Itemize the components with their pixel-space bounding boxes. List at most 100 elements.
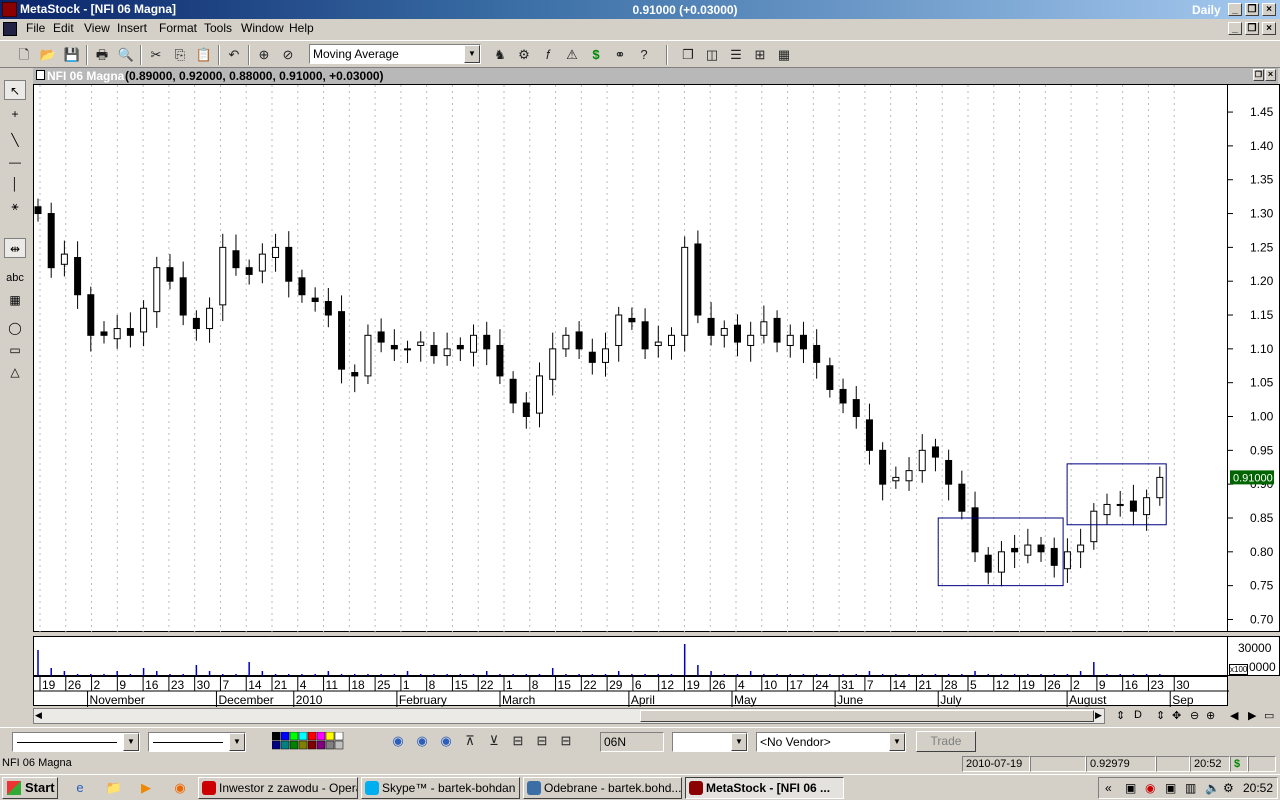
zoom-in-icon[interactable]: ⊕ — [1206, 709, 1215, 722]
menu-file[interactable]: File — [22, 21, 49, 35]
rectangle-icon[interactable]: ▭ — [4, 340, 26, 360]
task-mail[interactable]: Odebrane - bartek.bohd... — [523, 777, 682, 799]
tray-app-icon[interactable]: ⚙ — [1223, 781, 1234, 795]
line-weight-select[interactable]: ▼ — [148, 732, 246, 752]
firefox-icon[interactable]: ◉ — [170, 778, 190, 798]
pointer-icon[interactable]: ↖ — [4, 80, 26, 100]
scroll-right-icon[interactable]: ▶ — [1095, 710, 1102, 721]
move-icon[interactable]: ✥ — [1172, 709, 1181, 722]
periodicity-select[interactable]: ▼ — [672, 732, 748, 752]
crosshair-icon[interactable]: ⊕ — [254, 45, 274, 65]
volume-icon[interactable]: 🔈 — [1205, 781, 1220, 795]
tile-grid-icon[interactable]: ⊞ — [750, 45, 770, 65]
cut-icon[interactable]: ✂ — [146, 45, 166, 65]
chevron-down-icon[interactable]: ▼ — [229, 733, 245, 751]
explorer-icon[interactable]: ⚙ — [514, 45, 534, 65]
tile-vertical-icon[interactable]: ◫ — [702, 45, 722, 65]
layout-icon[interactable]: ▦ — [774, 45, 794, 65]
line-style-select[interactable]: ▼ — [12, 732, 140, 752]
zoom-out-icon[interactable]: ⊖ — [1190, 709, 1199, 722]
menu-help[interactable]: Help — [285, 21, 318, 35]
binoculars-icon[interactable]: ⚭ — [610, 45, 630, 65]
dollar-status-icon[interactable]: $ — [1230, 756, 1248, 772]
align-icon[interactable]: ⊼ — [460, 731, 480, 751]
scroll-thumb[interactable] — [640, 710, 1094, 722]
new-icon[interactable]: 🗋 — [14, 45, 34, 65]
indicator-select[interactable]: Moving Average ▼ — [309, 44, 481, 64]
cascade-icon[interactable]: ❐ — [678, 45, 698, 65]
expert-icon[interactable]: ♞ — [490, 45, 510, 65]
date-axis[interactable]: 19 26 2 9 16 23 30 7 14 21 4 11 18 25 1 8 15 22 1 8 15 22 29 6 1… — [33, 676, 1229, 707]
pane-icon[interactable]: ⊟ — [532, 731, 552, 751]
metastock-app-icon[interactable] — [2, 2, 17, 17]
trade-button[interactable]: Trade — [916, 731, 976, 752]
chevron-down-icon[interactable]: ▼ — [731, 733, 747, 751]
scale-icon[interactable]: ⇕ — [1156, 709, 1165, 722]
ellipse-icon[interactable]: ◯ — [4, 318, 26, 338]
crosshair-tool-icon[interactable]: + — [4, 104, 26, 124]
globe-icon[interactable]: ◉ — [436, 731, 456, 751]
folder-icon[interactable]: 📁 — [104, 778, 124, 798]
document-icon[interactable] — [3, 22, 17, 36]
ie-icon[interactable]: e — [70, 778, 90, 798]
tile-horizontal-icon[interactable]: ☰ — [726, 45, 746, 65]
page-right-icon[interactable]: ▶ — [1248, 709, 1256, 722]
start-button[interactable]: Start — [2, 777, 58, 799]
tray-app-icon[interactable]: ▣ — [1125, 781, 1136, 795]
vendor-select[interactable]: <No Vendor> ▼ — [756, 732, 906, 752]
dollar-icon[interactable]: $ — [586, 45, 606, 65]
pane-icon[interactable]: ⊟ — [556, 731, 576, 751]
menu-edit[interactable]: Edit — [49, 21, 78, 35]
print-icon[interactable]: 🖶 — [92, 45, 112, 65]
task-metastock[interactable]: MetaStock - [NFI 06 ... — [685, 777, 844, 799]
copy-icon[interactable]: ⎘ — [170, 45, 190, 65]
menu-tools[interactable]: Tools — [200, 21, 236, 35]
tray-app-icon[interactable]: ▣ — [1165, 781, 1176, 795]
grid-icon[interactable]: ▦ — [4, 290, 26, 310]
horizontal-scrollbar[interactable]: ◀ ▶ — [33, 708, 1105, 724]
align-icon[interactable]: ⊻ — [484, 731, 504, 751]
mdi-minimize-button[interactable]: _ — [1228, 22, 1242, 35]
fibonacci-icon[interactable]: ⚹ — [4, 196, 26, 216]
chart-close-button[interactable]: × — [1265, 69, 1276, 81]
color-palette[interactable] — [271, 731, 360, 750]
triangle-icon[interactable]: △ — [4, 362, 26, 382]
media-icon[interactable]: ▶ — [136, 778, 156, 798]
price-chart[interactable] — [33, 84, 1228, 633]
print-preview-icon[interactable]: 🔍 — [116, 45, 136, 65]
scroll-left-icon[interactable]: ◀ — [35, 710, 42, 721]
tray-app-icon[interactable]: ◉ — [1145, 781, 1155, 795]
paste-icon[interactable]: 📋 — [194, 45, 214, 65]
globe-icon[interactable]: ◉ — [388, 731, 408, 751]
symbol-field[interactable]: 06N — [600, 732, 664, 752]
volume-pane[interactable] — [33, 636, 1228, 677]
vertical-line-icon[interactable]: │ — [4, 174, 26, 194]
task-opera[interactable]: Inwestor z zawodu - Opera — [198, 777, 358, 799]
minimize-button[interactable]: _ — [1228, 3, 1242, 16]
trendline-icon[interactable]: ╲ — [4, 130, 26, 150]
chevron-down-icon[interactable]: ▼ — [889, 733, 905, 751]
chevron-down-icon[interactable]: ▼ — [464, 45, 480, 63]
tray-expand-icon[interactable]: « — [1105, 781, 1112, 795]
chart-restore-button[interactable]: ❐ — [1253, 69, 1264, 81]
undo-icon[interactable]: ↶ — [224, 45, 244, 65]
mdi-restore-button[interactable]: ❐ — [1245, 22, 1259, 35]
horizontal-line-icon[interactable]: — — [4, 152, 26, 172]
cycle-lines-icon[interactable]: ⇹ — [4, 238, 26, 258]
save-icon[interactable]: 💾 — [62, 45, 82, 65]
menu-view[interactable]: View — [80, 21, 114, 35]
page-left-icon[interactable]: ◀ — [1230, 709, 1238, 722]
menu-insert[interactable]: Insert — [113, 21, 151, 35]
task-skype[interactable]: Skype™ - bartek-bohdan — [361, 777, 520, 799]
pane-icon[interactable]: ⊟ — [508, 731, 528, 751]
restore-button[interactable]: ❐ — [1245, 3, 1259, 16]
formula-icon[interactable]: 𝑓 — [538, 45, 558, 65]
periodicity-icon[interactable]: D — [1134, 709, 1142, 721]
chart-window-icon[interactable] — [36, 70, 45, 80]
refresh-icon[interactable]: ⇕ — [1116, 709, 1125, 722]
help-pointer-icon[interactable]: ? — [634, 45, 654, 65]
text-icon[interactable]: abc — [4, 268, 26, 288]
close-button[interactable]: × — [1262, 3, 1276, 16]
end-icon[interactable]: ▭ — [1264, 709, 1274, 722]
globe-icon[interactable]: ◉ — [412, 731, 432, 751]
